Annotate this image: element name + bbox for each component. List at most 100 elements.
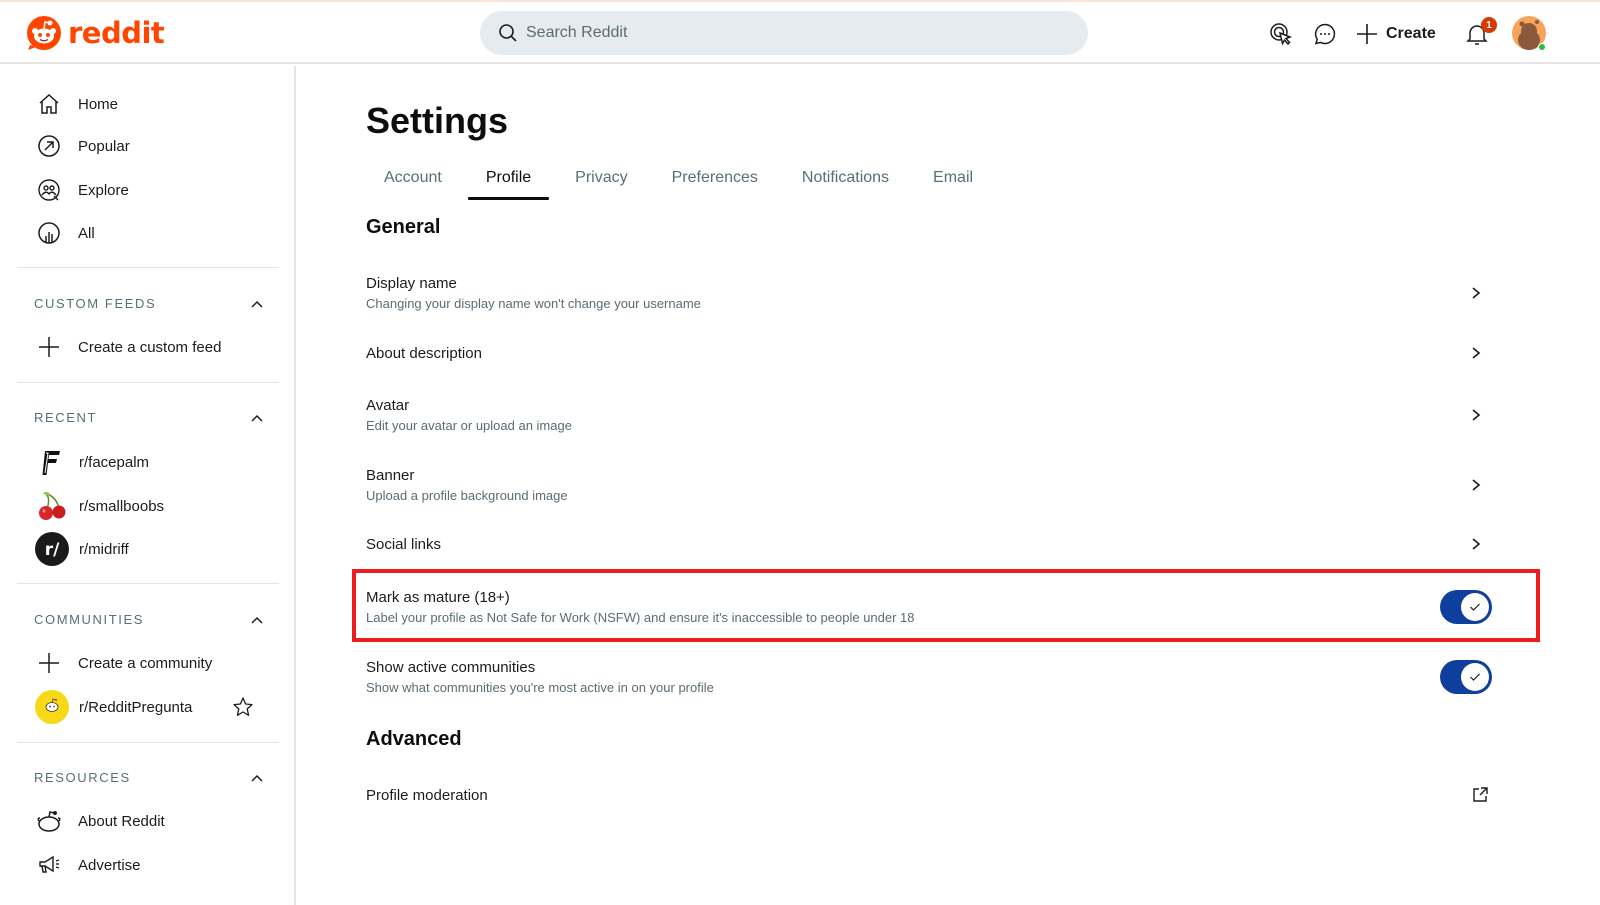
chevron-up-icon bbox=[251, 300, 263, 308]
plus-icon bbox=[39, 337, 59, 357]
tab-profile[interactable]: Profile bbox=[467, 158, 550, 200]
sidebar-item-label: r/smallboobs bbox=[79, 497, 165, 515]
logo-text: reddit bbox=[68, 16, 165, 50]
sidebar-item-facepalm[interactable]: r/facepalm bbox=[35, 444, 149, 480]
chat-button[interactable] bbox=[1310, 19, 1340, 49]
setting-label: Social links bbox=[366, 535, 442, 553]
chevron-up-icon bbox=[251, 616, 263, 624]
sidebar-item-about-reddit[interactable]: About Reddit bbox=[34, 803, 165, 839]
section-title-advanced: Advanced bbox=[366, 728, 462, 750]
sidebar-item-midriff[interactable]: r/ r/midriff bbox=[35, 531, 129, 567]
chevron-up-icon bbox=[251, 414, 263, 422]
sidebar-item-advertise[interactable]: Advertise bbox=[34, 847, 141, 883]
tab-email[interactable]: Email bbox=[915, 158, 991, 198]
checkmark-icon bbox=[1470, 603, 1480, 611]
section-header-resources[interactable]: RESOURCES bbox=[34, 770, 264, 785]
setting-description: Show what communities you're most active… bbox=[366, 680, 714, 695]
setting-label: Profile moderation bbox=[366, 786, 488, 804]
setting-row-display-name[interactable]: Display name Changing your display name … bbox=[366, 273, 1488, 313]
chevron-right-icon bbox=[1472, 538, 1481, 550]
checkmark-icon bbox=[1470, 673, 1480, 681]
setting-row-avatar[interactable]: Avatar Edit your avatar or upload an ima… bbox=[366, 395, 1488, 435]
plus-icon bbox=[1357, 24, 1377, 44]
ads-cursor-icon bbox=[1270, 23, 1293, 46]
mature-toggle[interactable] bbox=[1440, 590, 1492, 624]
cherry-community-icon bbox=[39, 491, 66, 520]
home-icon bbox=[39, 93, 59, 114]
chevron-right-icon bbox=[1472, 409, 1481, 421]
tab-account[interactable]: Account bbox=[366, 158, 460, 198]
sidebar-item-label: Create a community bbox=[78, 654, 213, 672]
sidebar-item-all[interactable]: All bbox=[34, 215, 95, 251]
section-title: CUSTOM FEEDS bbox=[34, 296, 157, 311]
setting-description: Upload a profile background image bbox=[366, 488, 568, 503]
settings-tabs: Account Profile Privacy Preferences Noti… bbox=[366, 158, 999, 200]
setting-label: Avatar bbox=[366, 397, 410, 414]
setting-label: Banner bbox=[366, 467, 415, 484]
section-title: RECENT bbox=[34, 410, 98, 425]
setting-label: About description bbox=[366, 344, 482, 362]
page-title: Settings bbox=[366, 100, 509, 141]
plus-icon bbox=[39, 653, 59, 673]
sidebar-item-explore[interactable]: Explore bbox=[34, 172, 129, 208]
setting-description: Label your profile as Not Safe for Work … bbox=[366, 610, 915, 625]
sidebar-item-popular[interactable]: Popular bbox=[34, 128, 130, 164]
reddit-logo[interactable]: reddit bbox=[26, 15, 165, 51]
setting-row-banner[interactable]: Banner Upload a profile background image bbox=[366, 465, 1488, 505]
chevron-up-icon bbox=[251, 774, 263, 782]
setting-label: Mark as mature (18+) bbox=[366, 589, 510, 606]
active-communities-toggle[interactable] bbox=[1440, 660, 1492, 694]
sidebar-item-label: r/RedditPregunta bbox=[79, 698, 193, 716]
search-bar[interactable] bbox=[480, 11, 1088, 55]
chat-icon bbox=[1314, 23, 1336, 45]
advertise-button[interactable] bbox=[1266, 19, 1296, 49]
create-button[interactable]: Create bbox=[1356, 20, 1436, 48]
section-header-communities[interactable]: COMMUNITIES bbox=[34, 612, 264, 627]
facepalm-community-icon bbox=[42, 451, 60, 475]
search-input[interactable] bbox=[526, 24, 1026, 42]
setting-row-social-links[interactable]: Social links bbox=[366, 532, 1488, 556]
reddit-snoo-icon bbox=[27, 16, 61, 50]
setting-row-profile-moderation[interactable]: Profile moderation bbox=[366, 783, 1488, 807]
favorite-star-button[interactable] bbox=[232, 696, 254, 718]
top-header: reddit Create 1 bbox=[0, 2, 1600, 64]
sidebar-item-create-community[interactable]: Create a community bbox=[34, 645, 212, 681]
explore-icon bbox=[38, 179, 60, 201]
megaphone-icon bbox=[39, 855, 60, 873]
sidebar-divider bbox=[17, 583, 279, 584]
sidebar-item-label: Create a custom feed bbox=[78, 338, 222, 356]
sidebar-item-home[interactable]: Home bbox=[34, 86, 118, 122]
tab-preferences[interactable]: Preferences bbox=[654, 158, 776, 198]
sidebar-item-label: All bbox=[78, 224, 95, 242]
online-status-dot bbox=[1538, 43, 1546, 51]
chevron-right-icon bbox=[1472, 347, 1481, 359]
all-icon bbox=[38, 222, 60, 244]
midriff-community-icon: r/ bbox=[45, 540, 60, 560]
notification-badge: 1 bbox=[1481, 17, 1497, 33]
setting-row-about-description[interactable]: About description bbox=[366, 341, 1488, 365]
sidebar-divider bbox=[17, 267, 279, 268]
setting-row-show-active-communities: Show active communities Show what commun… bbox=[366, 657, 1492, 697]
create-label: Create bbox=[1386, 25, 1436, 42]
section-header-custom-feeds[interactable]: CUSTOM FEEDS bbox=[34, 296, 264, 311]
reddit-alien-icon bbox=[37, 811, 61, 832]
sidebar-item-redditpregunta[interactable]: r/RedditPregunta bbox=[35, 689, 260, 725]
sidebar-item-create-custom-feed[interactable]: Create a custom feed bbox=[34, 329, 221, 365]
sidebar-item-smallboobs[interactable]: r/smallboobs bbox=[35, 488, 164, 524]
setting-description: Edit your avatar or upload an image bbox=[366, 418, 572, 433]
redditpregunta-community-icon bbox=[45, 698, 59, 712]
left-sidebar: Home Popular Explore All CUSTOM FEEDS Cr… bbox=[0, 66, 296, 905]
tab-notifications[interactable]: Notifications bbox=[784, 158, 907, 198]
search-icon bbox=[499, 24, 517, 42]
settings-main: Settings Account Profile Privacy Prefere… bbox=[298, 66, 1600, 905]
section-header-recent[interactable]: RECENT bbox=[34, 410, 264, 425]
chevron-right-icon bbox=[1472, 287, 1481, 299]
setting-row-mark-as-mature: Mark as mature (18+) Label your profile … bbox=[366, 587, 1492, 627]
sidebar-divider bbox=[17, 742, 279, 743]
tab-privacy[interactable]: Privacy bbox=[557, 158, 645, 198]
setting-description: Changing your display name won't change … bbox=[366, 296, 701, 311]
setting-label: Display name bbox=[366, 275, 457, 292]
sidebar-item-label: Popular bbox=[78, 137, 130, 155]
sidebar-divider bbox=[17, 382, 279, 383]
sidebar-item-label: r/midriff bbox=[79, 540, 129, 558]
